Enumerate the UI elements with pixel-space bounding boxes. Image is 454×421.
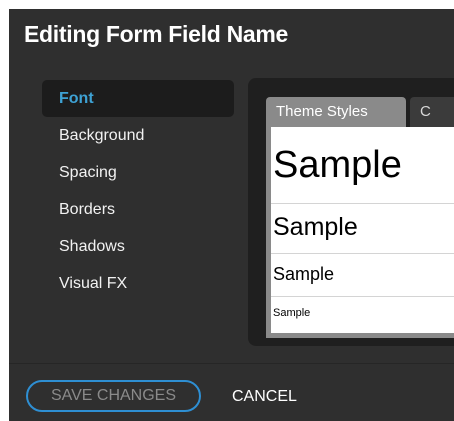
tab-theme-styles[interactable]: Theme Styles (266, 97, 406, 127)
style-category-nav: Font Background Spacing Borders Shadows … (42, 80, 234, 302)
dialog-title: Editing Form Field Name (24, 21, 289, 47)
save-changes-button[interactable]: SAVE CHANGES (26, 380, 201, 412)
font-style-panel: Theme Styles C Sample Sample Sample Samp… (248, 78, 454, 346)
font-sample-tiny[interactable]: Sample (271, 297, 454, 333)
tab-custom[interactable]: C (410, 97, 454, 127)
footer-divider (9, 363, 454, 364)
nav-item-background[interactable]: Background (42, 117, 234, 154)
nav-item-spacing[interactable]: Spacing (42, 154, 234, 191)
nav-item-visual-fx[interactable]: Visual FX (42, 265, 234, 302)
font-sample-small[interactable]: Sample (271, 254, 454, 297)
font-sample-medium[interactable]: Sample (271, 204, 454, 254)
edit-form-field-dialog: Editing Form Field Name Font Background … (9, 9, 454, 421)
font-sample-large[interactable]: Sample (271, 127, 454, 204)
nav-item-font[interactable]: Font (42, 80, 234, 117)
font-sample-list: Sample Sample Sample Sample (266, 127, 454, 338)
cancel-button[interactable]: CANCEL (232, 386, 297, 408)
nav-item-shadows[interactable]: Shadows (42, 228, 234, 265)
nav-item-borders[interactable]: Borders (42, 191, 234, 228)
